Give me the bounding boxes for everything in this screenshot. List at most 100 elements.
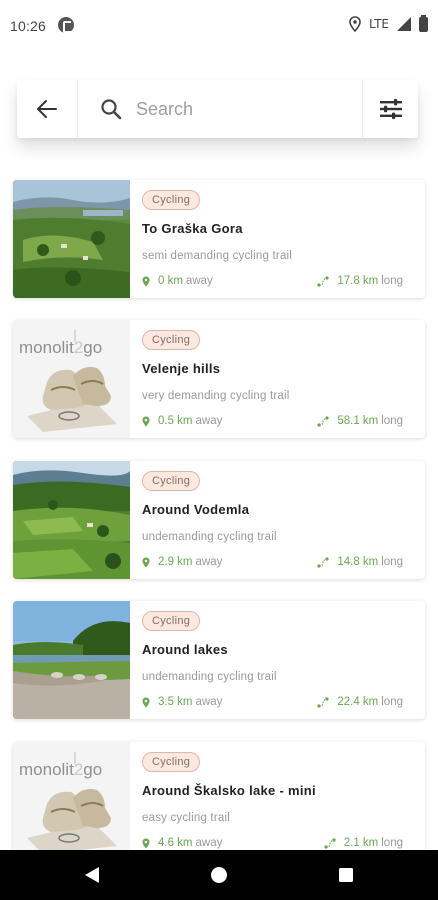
trail-meta: 2.9 km away 14.8 km long (142, 556, 403, 570)
arrow-left-icon (37, 100, 57, 118)
system-nav-bar (0, 850, 438, 900)
route-icon (317, 275, 329, 287)
trail-length: 58.1 km long (317, 415, 403, 427)
trail-title: Around lakes (142, 642, 228, 657)
length-suffix: long (381, 837, 403, 849)
trail-title: Velenje hills (142, 361, 221, 376)
trail-distance: 2.9 km away (142, 556, 222, 568)
search-icon (101, 99, 122, 120)
trail-description: undemanding cycling trail (142, 671, 277, 683)
trail-card-body: Cycling Around Škalsko lake - mini easy … (130, 742, 425, 860)
trail-card-body: Cycling Velenje hills very demanding cyc… (130, 320, 425, 438)
trail-length: 14.8 km long (317, 556, 403, 568)
route-icon (317, 415, 329, 427)
category-badge: Cycling (142, 471, 201, 491)
length-value: 58.1 km (337, 415, 379, 427)
distance-suffix: away (195, 556, 223, 568)
length-suffix: long (381, 415, 403, 427)
trail-distance: 4.6 km away (142, 837, 222, 849)
status-time: 10:26 (10, 18, 47, 34)
battery-icon (419, 14, 428, 32)
category-badge: Cycling (142, 752, 201, 772)
trail-meta: 3.5 km away 22.4 km long (142, 696, 403, 710)
trail-card-body: Cycling Around Vodemla undemanding cycli… (130, 461, 425, 579)
trail-thumbnail: monolit2go (13, 320, 130, 438)
category-badge: Cycling (142, 190, 201, 210)
placeholder-logo: monolit2go (19, 760, 102, 779)
location-pin-icon (142, 557, 150, 567)
distance-suffix: away (195, 415, 223, 427)
trail-card-body: Cycling To Graška Gora semi demanding cy… (130, 180, 425, 298)
status-bar: 10:26 LTE (0, 0, 438, 52)
trail-thumbnail (13, 601, 130, 719)
trail-distance: 0.5 km away (142, 415, 222, 427)
nav-back-button[interactable] (62, 850, 122, 900)
search-bar (17, 80, 418, 138)
placeholder-logo: monolit2go (19, 338, 102, 357)
trail-card[interactable]: Cycling Around Vodemla undemanding cycli… (13, 461, 425, 579)
length-value: 17.8 km (337, 275, 379, 287)
trail-card[interactable]: monolit2go Cycling Velenje hills very de… (13, 320, 425, 438)
length-suffix: long (381, 696, 403, 708)
trail-card[interactable]: Cycling Around lakes undemanding cycling… (13, 601, 425, 719)
back-button[interactable] (17, 80, 77, 138)
trail-card-body: Cycling Around lakes undemanding cycling… (130, 601, 425, 719)
trail-distance: 0 km away (142, 275, 213, 287)
filter-sliders-icon (379, 99, 402, 119)
distance-suffix: away (195, 837, 223, 849)
location-pin-icon (142, 838, 150, 848)
category-badge: Cycling (142, 611, 201, 631)
trail-thumbnail (13, 461, 130, 579)
trail-description: semi demanding cycling trail (142, 250, 293, 262)
location-pin-icon (142, 276, 150, 286)
trail-title: To Graška Gora (142, 221, 243, 236)
distance-value: 0.5 km (158, 415, 193, 427)
length-suffix: long (381, 556, 403, 568)
filter-button[interactable] (363, 80, 418, 138)
trail-thumbnail (13, 180, 130, 298)
trail-description: very demanding cycling trail (142, 390, 290, 402)
trail-description: undemanding cycling trail (142, 531, 277, 543)
length-value: 2.1 km (343, 837, 379, 849)
nav-recents-button[interactable] (316, 850, 376, 900)
distance-value: 0 km (158, 275, 183, 287)
route-icon (317, 696, 329, 708)
length-value: 22.4 km (337, 696, 379, 708)
trail-length: 2.1 km long (324, 837, 403, 849)
distance-suffix: away (195, 696, 223, 708)
status-indicators: LTE (349, 14, 428, 32)
home-circle-icon (211, 867, 227, 883)
route-icon (324, 837, 336, 849)
back-triangle-icon (85, 867, 99, 883)
location-pin-icon (142, 697, 150, 707)
app-notification-icon (58, 17, 74, 33)
search-input[interactable] (136, 93, 351, 125)
trail-meta: 0 km away 17.8 km long (142, 275, 403, 289)
trail-thumbnail: monolit2go (13, 742, 130, 860)
trail-card[interactable]: Cycling To Graška Gora semi demanding cy… (13, 180, 425, 298)
length-suffix: long (381, 275, 403, 287)
category-badge: Cycling (142, 330, 201, 350)
distance-value: 3.5 km (158, 696, 193, 708)
location-icon (349, 16, 361, 32)
nav-home-button[interactable] (189, 850, 249, 900)
recents-square-icon (339, 868, 353, 882)
route-icon (317, 556, 329, 568)
location-pin-icon (142, 416, 150, 426)
signal-icon (397, 17, 411, 31)
distance-value: 4.6 km (158, 837, 193, 849)
trail-card[interactable]: monolit2go Cycling Around Škalsko lake -… (13, 742, 425, 860)
length-value: 14.8 km (337, 556, 379, 568)
trail-meta: 0.5 km away 58.1 km long (142, 415, 403, 429)
trail-title: Around Škalsko lake - mini (142, 783, 316, 798)
trail-meta: 4.6 km away 2.1 km long (142, 837, 403, 851)
trail-title: Around Vodemla (142, 502, 250, 517)
trail-description: easy cycling trail (142, 812, 230, 824)
network-type-label: LTE (369, 17, 389, 31)
search-divider-left (77, 80, 78, 138)
trail-length: 22.4 km long (317, 696, 403, 708)
distance-suffix: away (185, 275, 213, 287)
trail-distance: 3.5 km away (142, 696, 222, 708)
trail-length: 17.8 km long (317, 275, 403, 287)
distance-value: 2.9 km (158, 556, 193, 568)
